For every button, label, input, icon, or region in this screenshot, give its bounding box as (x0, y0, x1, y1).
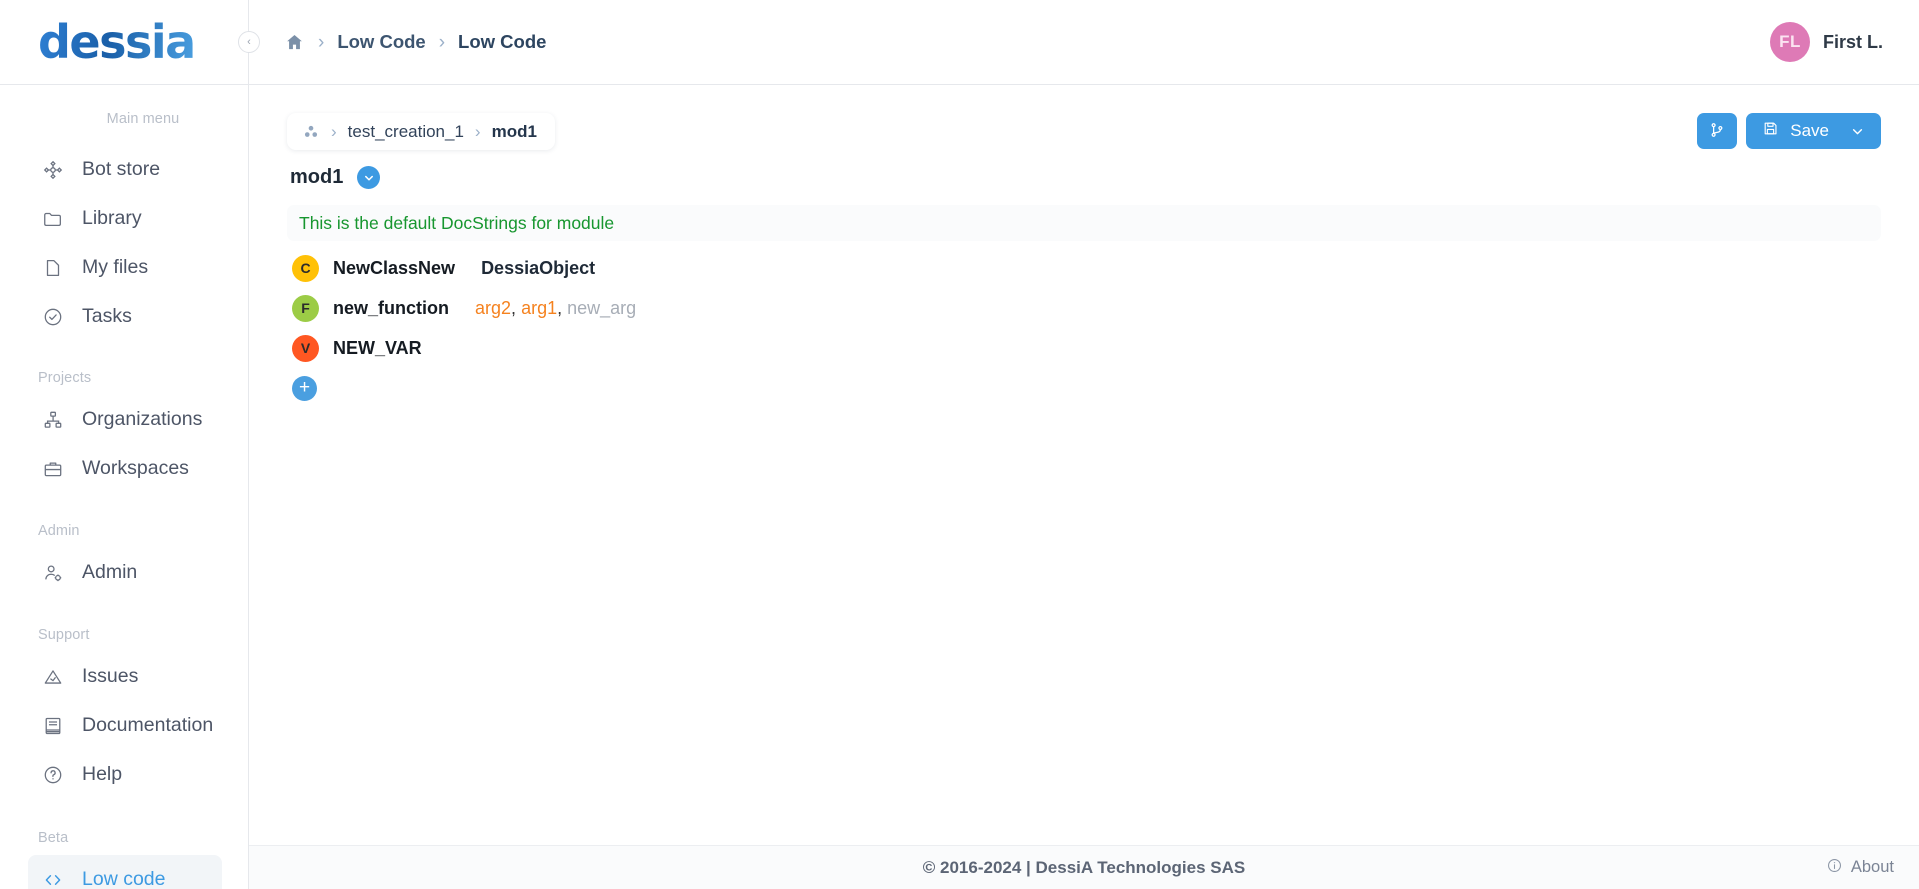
app-root: dessia Main menu Bot store Library My fi… (0, 0, 1919, 889)
content-inner: › test_creation_1 › mod1 Save mod1 This … (249, 85, 1919, 401)
tree-row[interactable]: V NEW_VAR (287, 328, 1881, 368)
bot-store-icon (41, 158, 65, 182)
tree-item-args: arg2, arg1, new_arg (475, 297, 637, 318)
cubes-icon (302, 123, 320, 141)
sidebar-item-label: My files (82, 256, 149, 278)
logo-text: dessia (38, 15, 196, 69)
function-badge-icon: F (292, 294, 319, 322)
sidebar-item-label: Admin (82, 561, 138, 583)
breadcrumb-separator: › (438, 31, 446, 53)
tree-item-name: NewClassNew (333, 257, 456, 278)
sidebar-item-workspaces[interactable]: Workspaces (28, 444, 222, 493)
variable-badge-icon: V (292, 334, 319, 362)
arg-item: arg1 (521, 297, 558, 318)
chevron-down-icon[interactable] (1849, 123, 1866, 140)
git-branch-icon (1708, 121, 1726, 142)
module-expand-toggle[interactable] (357, 166, 381, 189)
sidebar-item-organizations[interactable]: Organizations (28, 395, 222, 444)
module-breadcrumb-item-project[interactable]: test_creation_1 (348, 122, 464, 142)
sidebar-item-bot-store[interactable]: Bot store (28, 145, 222, 194)
user-cog-icon (41, 561, 65, 585)
sidebar-item-label: Low code (82, 868, 166, 889)
sidebar-section-beta: Beta (38, 830, 69, 846)
arg-item: arg2 (475, 297, 512, 318)
sidebar-item-documentation[interactable]: Documentation (28, 701, 222, 750)
sidebar-item-label: Bot store (82, 158, 161, 180)
breadcrumb-separator: › (318, 31, 325, 53)
file-icon (41, 256, 65, 280)
class-badge-icon: C (292, 254, 319, 282)
add-element-button[interactable]: + (292, 376, 317, 401)
add-row: + (287, 376, 1881, 401)
check-circle-icon (41, 305, 65, 329)
module-docstring[interactable]: This is the default DocStrings for modul… (287, 205, 1881, 241)
branch-button[interactable] (1697, 113, 1738, 149)
brand-logo[interactable]: dessia (0, 0, 248, 85)
chevron-left-icon: ‹ (247, 36, 251, 48)
sidebar-section-main-menu: Main menu (0, 111, 248, 145)
floppy-disk-icon (1762, 120, 1779, 142)
sidebar-collapse-button[interactable]: ‹ (238, 31, 260, 53)
footer: © 2016-2024 | DessiA Technologies SAS Ab… (249, 845, 1919, 889)
module-tree: C NewClassNew DessiaObject F new_functio… (287, 248, 1881, 401)
sidebar-item-my-files[interactable]: My files (28, 243, 222, 292)
tree-item-base-class: DessiaObject (481, 257, 596, 278)
content-header: › test_creation_1 › mod1 Save (287, 113, 1881, 150)
main-region: › Low Code › Low Code FL First L. › test… (249, 0, 1919, 889)
sidebar-item-label: Documentation (82, 714, 214, 736)
avatar: FL (1769, 22, 1810, 62)
sidebar-item-label: Workspaces (82, 457, 189, 479)
save-button[interactable]: Save (1746, 113, 1881, 149)
content-area: › test_creation_1 › mod1 Save mod1 This … (249, 85, 1919, 845)
sidebar-item-label: Library (82, 207, 142, 229)
folder-icon (41, 207, 65, 231)
home-icon[interactable] (284, 32, 305, 53)
sidebar-item-label: Organizations (82, 408, 203, 430)
sidebar-item-label: Help (82, 763, 123, 785)
module-docstring-text: This is the default DocStrings for modul… (299, 212, 615, 233)
module-breadcrumb[interactable]: › test_creation_1 › mod1 (287, 113, 555, 150)
copyright-text: © 2016-2024 | DessiA Technologies SAS (922, 857, 1246, 877)
sidebar-item-label: Issues (82, 665, 139, 687)
tree-row[interactable]: C NewClassNew DessiaObject (287, 248, 1881, 288)
about-link[interactable]: About (1826, 857, 1894, 879)
org-chart-icon (41, 408, 65, 432)
sidebar-item-low-code[interactable]: Low code (28, 855, 222, 889)
briefcase-icon (41, 457, 65, 481)
breadcrumb: › Low Code › Low Code (284, 31, 546, 53)
sidebar-section-admin: Admin (38, 523, 80, 539)
about-label: About (1850, 858, 1894, 876)
breadcrumb-item-low-code-1[interactable]: Low Code (337, 31, 425, 53)
sidebar-item-issues[interactable]: Issues (28, 652, 222, 701)
tree-item-name: NEW_VAR (333, 337, 422, 358)
page-title: mod1 (290, 166, 344, 188)
warning-triangle-icon (41, 665, 65, 689)
sidebar-item-admin[interactable]: Admin (28, 548, 222, 597)
info-circle-icon (1826, 857, 1843, 879)
module-breadcrumb-separator: › (474, 121, 481, 141)
sidebar-section-support: Support (38, 627, 90, 643)
breadcrumb-item-low-code-2[interactable]: Low Code (458, 31, 546, 53)
save-button-label: Save (1790, 121, 1829, 140)
book-icon (41, 714, 65, 738)
sidebar-section-projects: Projects (38, 370, 92, 386)
module-breadcrumb-item-module[interactable]: mod1 (492, 122, 537, 142)
tree-item-name: new_function (333, 297, 449, 318)
module-title-row: mod1 (287, 166, 1881, 189)
user-name: First L. (1822, 31, 1883, 52)
top-bar: › Low Code › Low Code FL First L. (249, 0, 1919, 85)
user-menu[interactable]: FL First L. (1769, 22, 1883, 62)
code-brackets-icon (41, 868, 65, 889)
sidebar-item-help[interactable]: Help (28, 750, 222, 799)
module-breadcrumb-separator: › (331, 121, 337, 141)
tree-row[interactable]: F new_function arg2, arg1, new_arg (287, 288, 1881, 328)
sidebar: dessia Main menu Bot store Library My fi… (0, 0, 249, 889)
question-circle-icon (41, 763, 65, 787)
arg-item: new_arg (567, 297, 637, 318)
sidebar-item-library[interactable]: Library (28, 194, 222, 243)
sidebar-item-label: Tasks (82, 305, 132, 327)
content-actions: Save (1697, 113, 1881, 149)
sidebar-item-tasks[interactable]: Tasks (28, 292, 222, 341)
